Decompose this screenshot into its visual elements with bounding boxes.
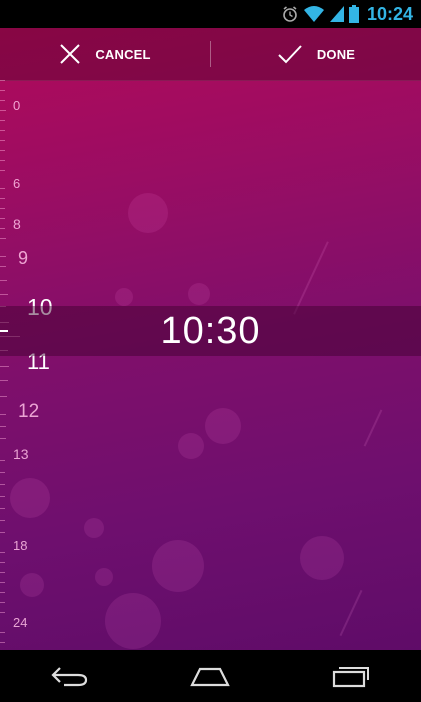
light-streak: [339, 589, 363, 637]
bokeh-decoration: [84, 518, 104, 538]
time-picker-screen: CANCEL DONE 0 6 8 9 10 11 12 13 18 24 10…: [0, 28, 421, 650]
bokeh-decoration: [105, 593, 161, 649]
ruler-tick: [0, 472, 5, 473]
recent-apps-button[interactable]: [321, 656, 381, 696]
ruler-tick: [0, 632, 5, 633]
ruler-tick: [0, 612, 5, 613]
recent-apps-icon: [332, 667, 369, 688]
ruler-tick: [0, 218, 5, 219]
hour-ruler[interactable]: 0 6 8 9 10 11 12 13 18 24: [0, 80, 70, 650]
ruler-tick: [0, 80, 5, 81]
status-time: 10:24: [366, 3, 413, 24]
ruler-tick: [0, 238, 6, 239]
bokeh-decoration: [95, 568, 113, 586]
wifi-icon: [303, 6, 324, 22]
ruler-tick: [0, 228, 5, 229]
back-button[interactable]: [40, 656, 100, 696]
ruler-tick: [0, 140, 5, 141]
ruler-tick: [0, 188, 5, 189]
home-icon: [190, 667, 231, 687]
bokeh-decoration: [115, 288, 133, 306]
navigation-bar: [0, 650, 421, 702]
light-streak: [293, 241, 329, 315]
ruler-tick: [0, 256, 6, 257]
light-streak: [363, 409, 383, 447]
cancel-label: CANCEL: [95, 46, 151, 62]
status-bar: 10:24: [0, 0, 421, 28]
ruler-tick: [0, 562, 5, 563]
ruler-tick: [0, 110, 6, 111]
ruler-tick: [0, 366, 9, 367]
ruler-tick: [0, 130, 5, 131]
ruler-tick: [0, 572, 5, 573]
done-label: DONE: [316, 46, 356, 62]
ruler-tick: [0, 198, 5, 199]
bokeh-decoration: [178, 433, 204, 459]
ruler-tick: [0, 438, 6, 439]
ruler-tick: [0, 602, 5, 603]
ruler-tick: [0, 460, 5, 461]
ruler-tick: [0, 120, 5, 121]
ruler-tick: [0, 484, 5, 485]
ruler-tick: [0, 552, 5, 553]
hour-label: 0: [13, 98, 21, 113]
action-bar: CANCEL DONE: [0, 28, 421, 81]
ruler-tick: [0, 414, 6, 415]
status-icons: 10:24: [281, 3, 413, 25]
battery-icon: [348, 5, 359, 23]
hour-label: 18: [13, 538, 28, 553]
ruler-tick: [0, 208, 5, 209]
ruler-tick: [0, 160, 5, 161]
ruler-tick: [0, 582, 5, 583]
ruler-tick: [0, 396, 7, 397]
alarm-icon: [283, 6, 297, 22]
ruler-tick: [0, 100, 5, 101]
bokeh-decoration: [205, 408, 241, 444]
cancel-button[interactable]: CANCEL: [0, 28, 210, 80]
bokeh-decoration: [188, 283, 210, 305]
ruler-tick: [0, 150, 5, 151]
ruler-tick: [0, 520, 5, 521]
ruler-tick: [0, 266, 6, 267]
done-button[interactable]: DONE: [211, 28, 421, 80]
signal-icon: [329, 6, 344, 22]
back-icon: [51, 667, 88, 687]
selected-time: 10:30: [160, 310, 261, 352]
ruler-tick: [0, 592, 5, 593]
ruler-tick: [0, 294, 8, 295]
hour-label: 12: [18, 401, 40, 422]
close-icon: [60, 44, 81, 64]
bokeh-decoration: [152, 540, 204, 592]
ruler-tick: [0, 380, 8, 381]
bokeh-decoration: [300, 536, 344, 580]
hour-label: 9: [18, 248, 29, 268]
ruler-tick: [0, 280, 7, 281]
ruler-tick: [0, 426, 6, 427]
hour-label: 8: [13, 216, 21, 232]
ruler-tick: [0, 532, 5, 533]
selected-time-band: 10:30: [0, 306, 421, 356]
bokeh-decoration: [128, 193, 168, 233]
checkmark-icon: [278, 45, 302, 64]
ruler-tick: [0, 170, 5, 171]
ruler-tick: [0, 642, 5, 643]
hour-label: 13: [13, 446, 29, 462]
ruler-tick: [0, 496, 5, 497]
home-button[interactable]: [180, 656, 240, 696]
ruler-tick: [0, 508, 5, 509]
hour-label: 24: [13, 615, 28, 630]
ruler-tick: [0, 90, 5, 91]
hour-label: 6: [13, 176, 21, 191]
